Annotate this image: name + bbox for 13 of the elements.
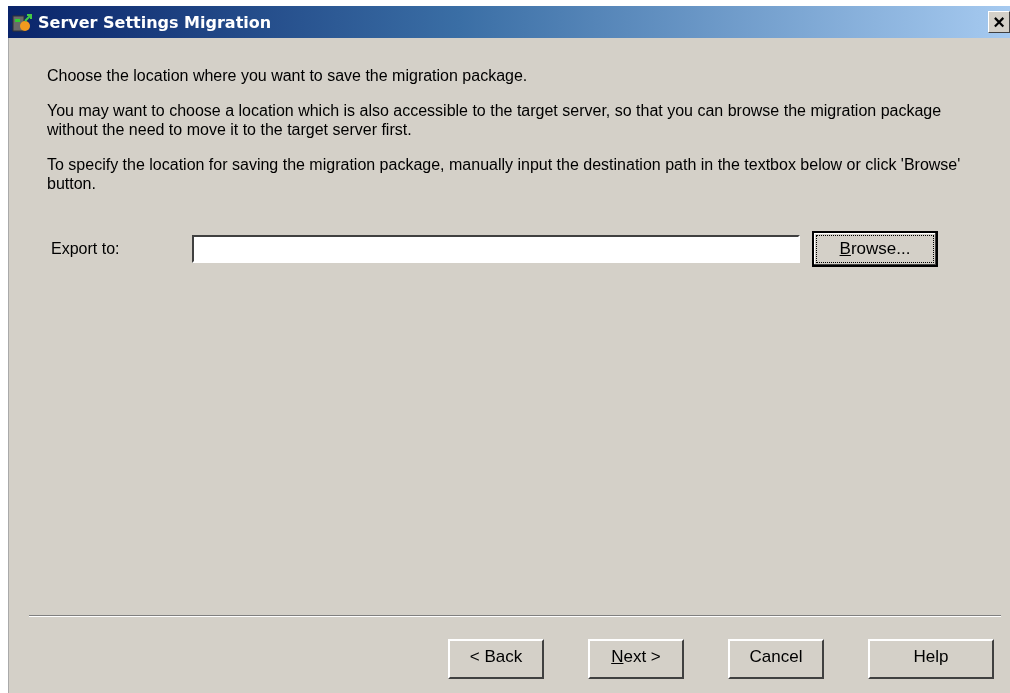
wizard-button[interactable]: < Back — [448, 639, 544, 679]
wizard-button[interactable]: Cancel — [728, 639, 824, 679]
server-icon — [12, 12, 34, 32]
close-button[interactable]: × — [988, 11, 1010, 33]
window-title: Server Settings Migration — [38, 12, 273, 32]
instruction-text: Choose the location where you want to save the migration package. — [47, 66, 529, 85]
path-field[interactable] — [192, 235, 800, 263]
instruction-text: You may want to choose a location which is also accessible to the target server, so that you can browse the migration package without the need to move it to the target server first. — [47, 101, 943, 139]
browse-button[interactable]: Browse... — [812, 231, 938, 267]
export-label: Export to: — [51, 240, 121, 258]
wizard-button[interactable]: Help — [868, 639, 994, 679]
instruction-text: To specify the location for saving the migration package, manually input the destination path in the textbox below or click 'Browse' button. — [47, 155, 962, 193]
wizard-button[interactable]: Next > — [588, 639, 684, 679]
